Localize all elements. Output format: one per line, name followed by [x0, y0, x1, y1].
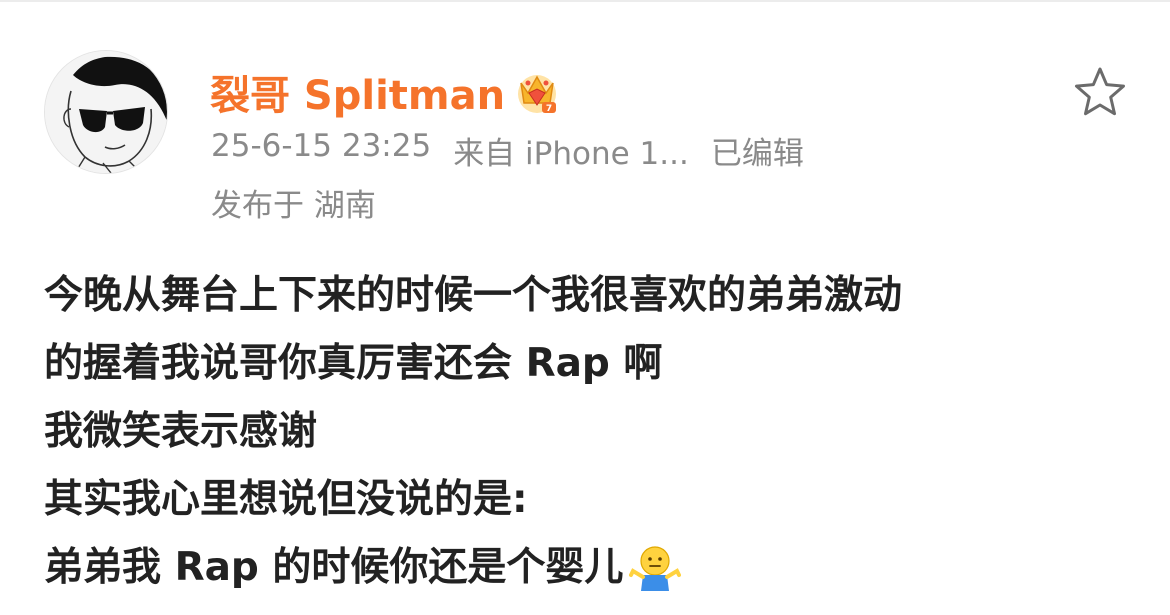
- author-name[interactable]: 裂哥 Splitman: [210, 63, 505, 121]
- author-header: 裂哥 Splitman 7: [210, 62, 559, 122]
- post-line: 今晚从舞台上下来的时候一个我很喜欢的弟弟激动: [44, 273, 903, 318]
- favorite-button[interactable]: [1072, 64, 1128, 120]
- post-line: 我微笑表示感谢: [44, 409, 318, 454]
- top-divider: [0, 0, 1170, 2]
- edited-label[interactable]: 已编辑: [711, 128, 804, 173]
- post-meta: 25-6-15 23:25 来自 iPhone 1... 已编辑: [211, 128, 804, 173]
- post-line: 的握着我说哥你真厉害还会 Rap 啊: [44, 341, 663, 386]
- vip-crown-badge-icon: 7: [515, 69, 559, 115]
- star-outline-icon: [1075, 67, 1125, 116]
- svg-text:7: 7: [546, 104, 552, 114]
- post-location: 发布于 湖南: [211, 188, 376, 224]
- avatar[interactable]: [44, 50, 168, 174]
- post-timestamp: 25-6-15 23:25: [211, 128, 432, 164]
- post-text: 今晚从舞台上下来的时候一个我很喜欢的弟弟激动 的握着我说哥你真厉害还会 Rap …: [44, 262, 1134, 602]
- sunglasses-man-avatar-icon: [45, 51, 167, 173]
- shrug-emoji-icon: [629, 543, 682, 593]
- post-line: 弟弟我 Rap 的时候你还是个婴儿: [44, 534, 1134, 602]
- post-line: 其实我心里想说但没说的是:: [44, 477, 528, 522]
- post-source: 来自 iPhone 1...: [453, 136, 689, 172]
